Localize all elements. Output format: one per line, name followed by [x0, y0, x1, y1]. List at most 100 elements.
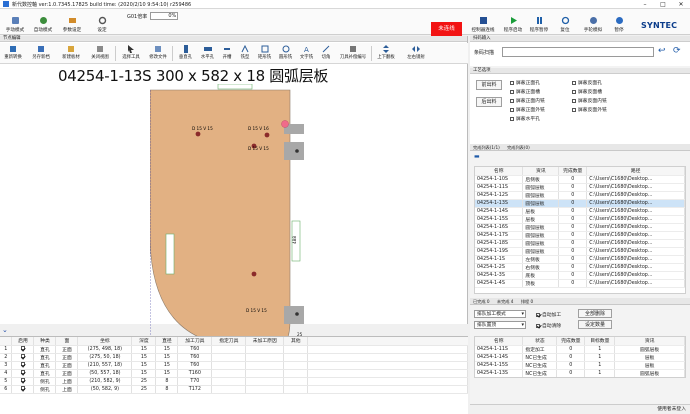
- table-row[interactable]: 1 直孔 正面 (275, 498, 18) 15 15 T60: [0, 345, 468, 354]
- option-back-hole[interactable]: 屏蔽反面孔: [572, 79, 602, 86]
- set-quantity-button[interactable]: 设定数量: [578, 320, 612, 329]
- reset-button[interactable]: 复位: [556, 11, 574, 33]
- mirror-horizontal-button[interactable]: 左右镜射: [405, 45, 427, 62]
- cell-chk[interactable]: [11, 377, 35, 386]
- milling-button[interactable]: 铣型: [238, 45, 252, 62]
- list-item[interactable]: 04254-1-17S 圆弧层板 0 C:\Users\C1680\Desktop..…: [475, 231, 685, 240]
- settings-button[interactable]: 设定: [92, 11, 112, 33]
- program-start-button[interactable]: 程序启动: [502, 11, 524, 33]
- folder-icon[interactable]: ▬: [474, 153, 480, 160]
- table-row[interactable]: 4 直孔 正面 (50, 557, 18) 15 15 T160: [0, 369, 468, 378]
- table-row[interactable]: 6 侧孔 上面 (50, 582, 9) 25 8 T172: [0, 385, 468, 394]
- cell-chk[interactable]: [11, 353, 35, 362]
- enable-checkbox[interactable]: [20, 386, 25, 391]
- board-drawing[interactable]: D 15 V 15 D 15 V 16 D 15 V 15 D 15 V 15 …: [150, 84, 320, 364]
- horizontal-hole-button[interactable]: 水平孔: [199, 45, 216, 62]
- enter-icon[interactable]: ↩: [658, 46, 666, 56]
- hole-marker[interactable]: [295, 149, 299, 153]
- new-board-button[interactable]: 新建板材: [60, 45, 82, 62]
- cell-chk[interactable]: [11, 385, 35, 394]
- option-front-outer-mill[interactable]: 屏蔽正面外铣: [510, 106, 545, 113]
- list-item[interactable]: 04254-1-3S 底板 0 C:\Users\C1680\Desktop...: [475, 271, 685, 280]
- tab-completed-list[interactable]: 完成列表(1/1): [470, 144, 503, 151]
- table-row[interactable]: 2 直孔 正面 (275, 50, 18) 15 15 T60: [0, 353, 468, 362]
- enable-checkbox[interactable]: [20, 354, 25, 359]
- modify-file-button[interactable]: 修改文件: [147, 45, 169, 62]
- auto-clear-checkbox[interactable]: 自动清除: [536, 322, 561, 329]
- list-item[interactable]: 04254-1-19S 圆弧层板 0 C:\Users\C1680\Desktop..…: [475, 247, 685, 256]
- close-icon[interactable]: ✕: [672, 0, 690, 9]
- auto-mode-button[interactable]: 自动模式: [31, 11, 55, 33]
- cell-chk[interactable]: [11, 361, 35, 370]
- list-item[interactable]: 04254-1-12S 圆弧层板 0 C:\Users\C1680\Desktop..…: [475, 191, 685, 200]
- circle-milling-button[interactable]: 圆形铣: [277, 45, 294, 62]
- table-row[interactable]: 04254-1-11S 指定加工 0 1 圆弧层板: [475, 345, 685, 354]
- close-view-button[interactable]: 关闭视图: [89, 45, 111, 62]
- list-item[interactable]: 04254-1-13S 圆弧层板 0 C:\Users\C1680\Desktop..…: [475, 199, 685, 208]
- rect-milling-button[interactable]: 矩形铣: [256, 45, 273, 62]
- table-row[interactable]: 04254-1-15S NC已生成 0 1 层板: [475, 361, 685, 370]
- tab-schedule[interactable]: 排程 0: [518, 298, 536, 305]
- stop-button[interactable]: 暂停: [610, 11, 628, 33]
- hole-marker[interactable]: [264, 132, 270, 138]
- collapse-icon[interactable]: ⌄: [2, 326, 8, 334]
- list-item[interactable]: 04254-1-14S 层板 0 C:\Users\C1680\Desktop...: [475, 207, 685, 216]
- handwheel-sim-button[interactable]: 手轮模拟: [581, 11, 605, 33]
- option-back-inner-mill[interactable]: 屏蔽反面内铣: [572, 97, 607, 104]
- hole-marker[interactable]: [281, 120, 289, 128]
- tool-compensation-button[interactable]: 刀具补偿编号: [337, 45, 369, 62]
- hole-marker[interactable]: [195, 131, 201, 137]
- text-milling-button[interactable]: A 文字铣: [298, 45, 315, 62]
- enable-checkbox[interactable]: [20, 378, 25, 383]
- sort-mode-select[interactable]: 排队加工模式: [474, 310, 526, 318]
- g01-value-field[interactable]: 0%: [150, 12, 179, 20]
- list-item[interactable]: 04254-1-11S 圆弧层板 0 C:\Users\C1680\Desktop..…: [475, 183, 685, 192]
- list-item[interactable]: 04254-1-4S 顶板 0 C:\Users\C1680\Desktop...: [475, 279, 685, 288]
- list-item[interactable]: 04254-1-1S 左侧板 0 C:\Users\C1680\Desktop...: [475, 255, 685, 264]
- barcode-input[interactable]: [502, 47, 654, 57]
- manual-mode-button[interactable]: 手动模式: [3, 11, 27, 33]
- back-discharge-button[interactable]: 后出料: [476, 97, 502, 107]
- table-row[interactable]: 5 侧孔 上面 (210, 582, 9) 25 8 T70: [0, 377, 468, 386]
- option-front-inner-mill[interactable]: 屏蔽正面内铣: [510, 97, 545, 104]
- option-back-outer-mill[interactable]: 屏蔽反面外铣: [572, 106, 607, 113]
- table-row[interactable]: 3 直孔 正面 (210, 557, 18) 15 15 T60: [0, 361, 468, 370]
- option-front-hole[interactable]: 屏蔽正面孔: [510, 79, 540, 86]
- list-item[interactable]: 04254-1-15S 层板 0 C:\Users\C1680\Desktop...: [475, 215, 685, 224]
- refresh-icon[interactable]: ⟳: [673, 46, 681, 56]
- vertical-hole-button[interactable]: 垂直孔: [177, 45, 194, 62]
- minimize-icon[interactable]: –: [636, 0, 654, 9]
- table-row[interactable]: 04254-1-13S NC已生成 0 1 圆弧层板: [475, 369, 685, 377]
- program-pause-button[interactable]: 程序暂停: [528, 11, 550, 33]
- option-horizontal-hole[interactable]: 屏蔽水平孔: [510, 115, 540, 122]
- parameter-setting-button[interactable]: 参数设定: [60, 11, 84, 33]
- enable-checkbox[interactable]: [20, 370, 25, 375]
- chamfer-button[interactable]: 切角: [319, 45, 333, 62]
- hole-marker[interactable]: [295, 312, 299, 316]
- connection-status-button[interactable]: 未连线: [431, 22, 462, 37]
- table-row[interactable]: 04254-1-14S NC已生成 0 1 层板: [475, 353, 685, 362]
- reconvert-button[interactable]: 重新转换: [3, 45, 23, 62]
- groove-button[interactable]: 开槽: [220, 45, 234, 62]
- save-as-button[interactable]: 另存新档: [30, 45, 52, 62]
- select-tool-button[interactable]: 选择工具: [120, 45, 142, 62]
- queue-mode-select[interactable]: 排队置顶: [474, 321, 526, 329]
- list-item[interactable]: 04254-1-16S 圆弧层板 0 C:\Users\C1680\Desktop..…: [475, 223, 685, 232]
- controller-connect-button[interactable]: 控制器连线: [470, 11, 496, 33]
- option-front-groove[interactable]: 屏蔽正面槽: [510, 88, 540, 95]
- tab-undone[interactable]: 未完成 4: [494, 298, 517, 305]
- enable-checkbox[interactable]: [20, 346, 25, 351]
- cell-chk[interactable]: [11, 369, 35, 378]
- option-back-groove[interactable]: 屏蔽反面槽: [572, 88, 602, 95]
- maximize-icon[interactable]: □: [654, 0, 672, 9]
- tab-done[interactable]: 已完成 0: [470, 298, 493, 305]
- front-discharge-button[interactable]: 前出料: [476, 80, 502, 90]
- flip-vertical-button[interactable]: 上下翻板: [375, 45, 397, 62]
- list-item[interactable]: 04254-1-18S 圆弧层板 0 C:\Users\C1680\Desktop..…: [475, 239, 685, 248]
- auto-process-checkbox[interactable]: 自动加工: [536, 311, 561, 318]
- tab-completed-list-2[interactable]: 完成列表(0): [504, 144, 533, 151]
- hole-marker[interactable]: [251, 271, 257, 277]
- enable-checkbox[interactable]: [20, 362, 25, 367]
- list-item[interactable]: 04254-1-10S 后侧板 0 C:\Users\C1680\Desktop...: [475, 175, 685, 184]
- cell-chk[interactable]: [11, 345, 35, 354]
